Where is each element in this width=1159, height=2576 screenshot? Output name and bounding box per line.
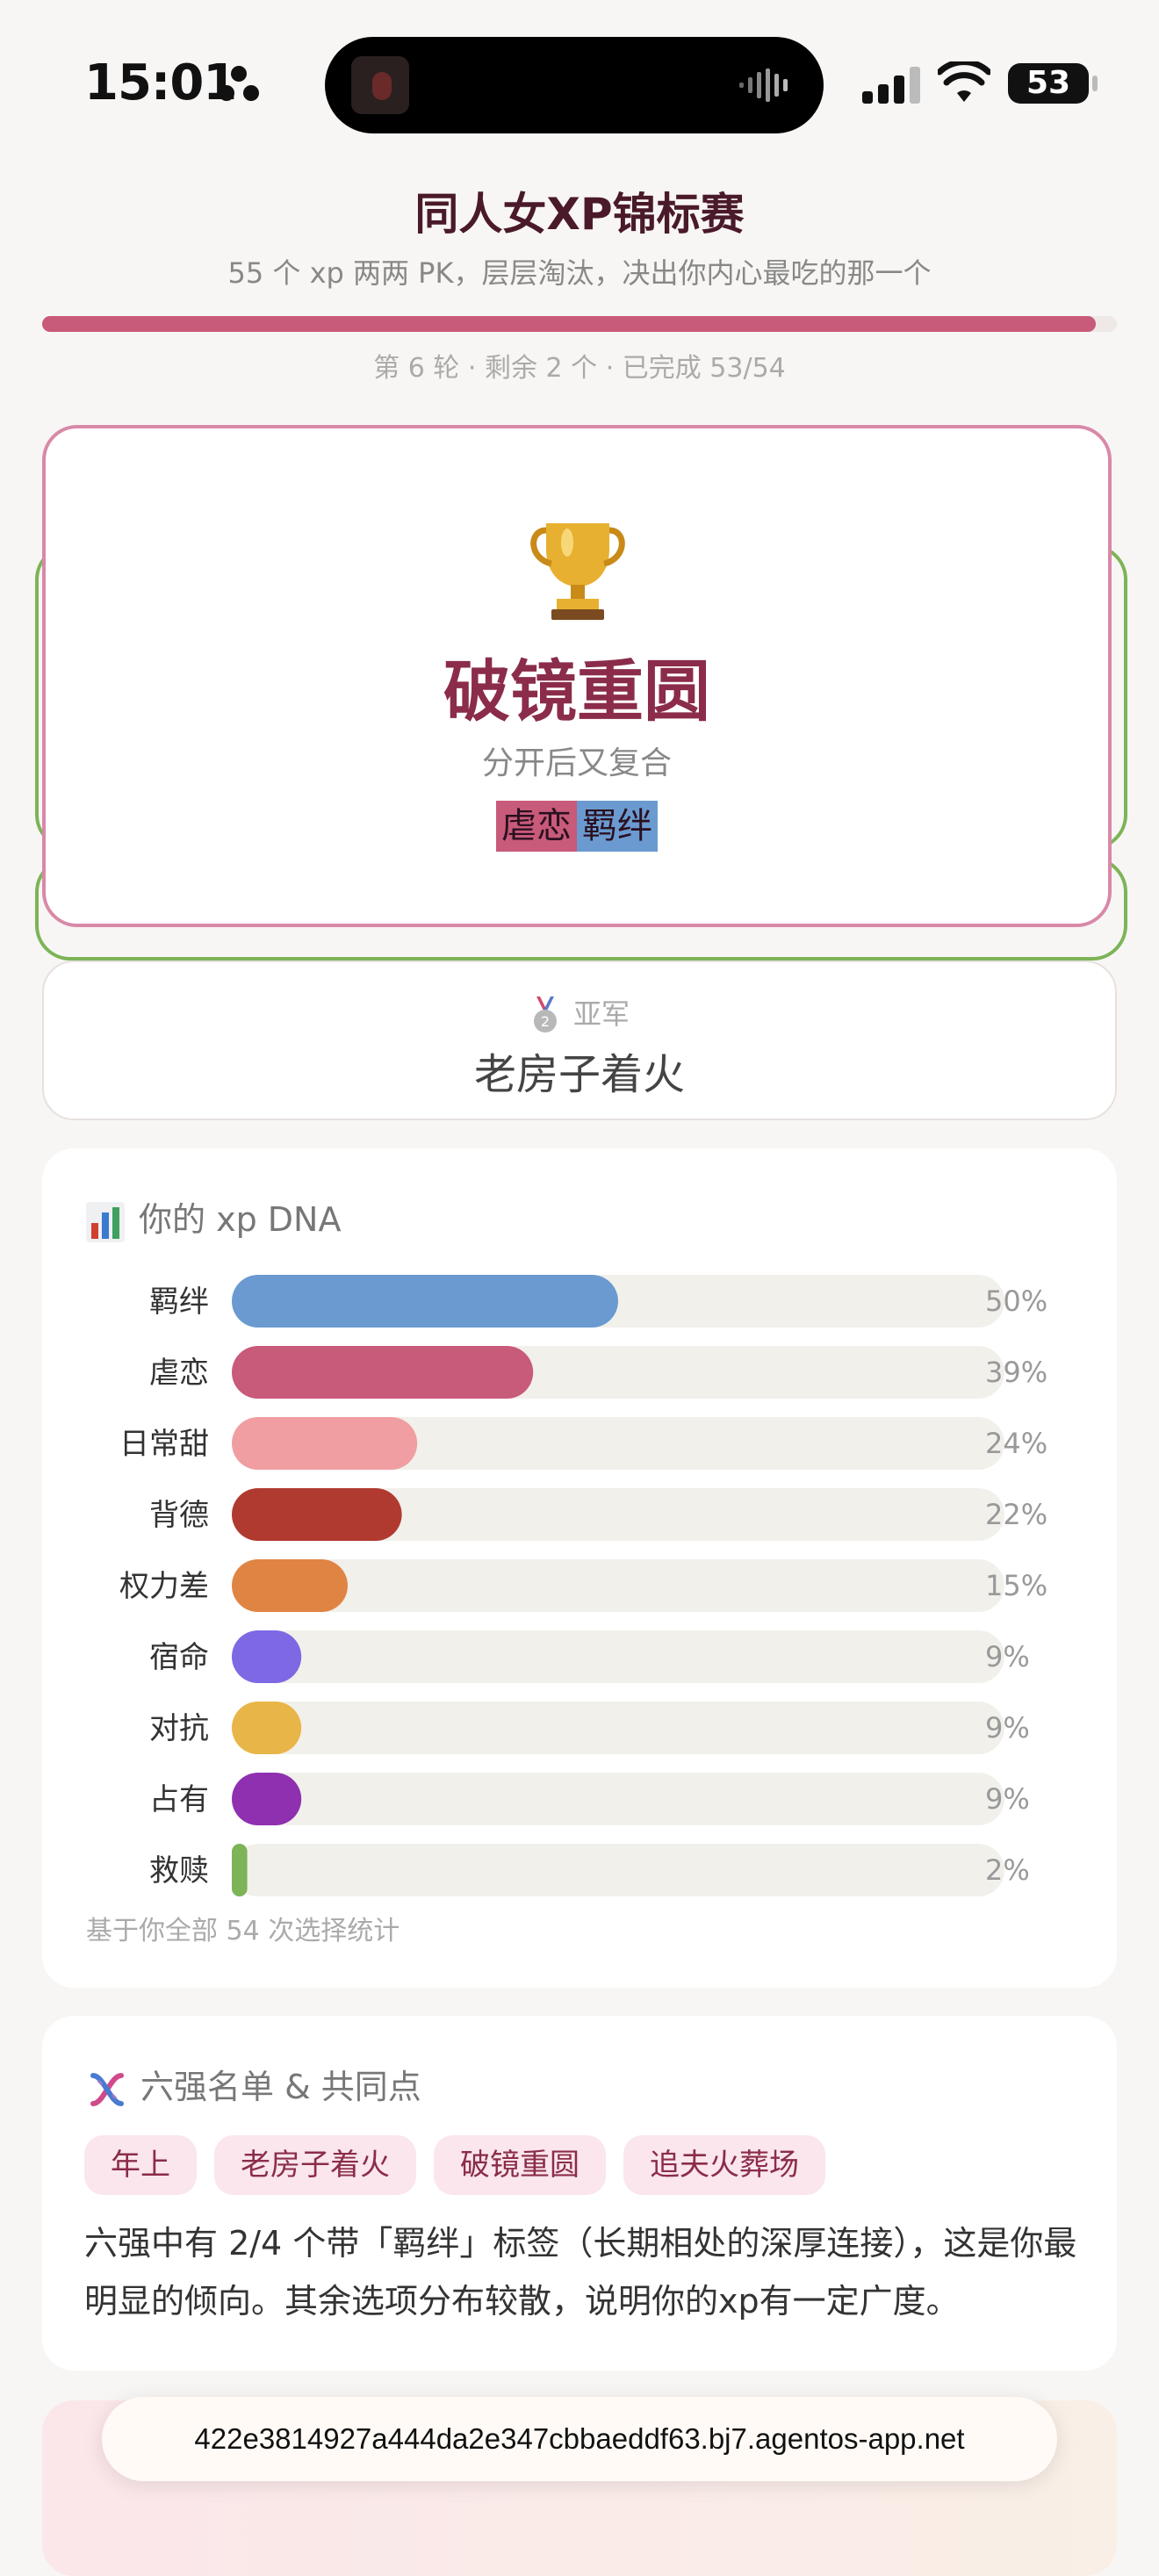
- top-six-tag: 破镜重圆: [434, 2135, 606, 2195]
- url-bar[interactable]: 422e3814927a444da2e347cbbaeddf63.bj7.age…: [102, 2397, 1057, 2481]
- runner-up-card: 2 亚军 老房子着火: [42, 961, 1117, 1120]
- dna-bar: [232, 1346, 534, 1399]
- dna-bar-track: [232, 1844, 1004, 1896]
- dna-bar: [232, 1275, 618, 1328]
- dna-bar-track: [232, 1702, 1004, 1754]
- top-six-tag: 追夫火葬场: [623, 2135, 825, 2195]
- dna-value-label: 39%: [985, 1356, 1047, 1389]
- now-playing-artwork: [351, 56, 409, 114]
- dna-category-label: 虐恋: [149, 1356, 209, 1391]
- dna-bar-track: [232, 1773, 1004, 1825]
- page-subtitle: 55 个 xp 两两 PK，层层淘汰，决出你内心最吃的那一个: [227, 256, 932, 290]
- top-six-heading: 六强名单 & 共同点: [140, 2068, 421, 2106]
- dna-helix-icon: [90, 2072, 124, 2106]
- dna-heading: 你的 xp DNA: [139, 1200, 342, 1239]
- dna-category-label: 占有: [149, 1782, 209, 1817]
- bar-chart-icon: [86, 1201, 125, 1242]
- silver-medal-icon: 2: [533, 997, 557, 1033]
- champion-tag: 羁绊: [577, 801, 658, 852]
- top-six-tags: 年上 老房子着火 破镜重圆 追夫火葬场: [84, 2135, 843, 2195]
- dna-bar: [232, 1417, 418, 1470]
- dna-bar-track: [232, 1630, 1004, 1683]
- dna-category-label: 权力差: [119, 1569, 209, 1604]
- status-bar: 15:01 53: [0, 0, 1159, 167]
- dynamic-island[interactable]: [325, 37, 824, 133]
- dna-category-label: 宿命: [149, 1640, 209, 1675]
- dna-value-label: 2%: [985, 1853, 1030, 1887]
- dna-bar: [232, 1702, 302, 1754]
- dna-category-label: 救赎: [149, 1853, 209, 1889]
- dna-value-label: 50%: [985, 1284, 1047, 1318]
- dna-value-label: 9%: [985, 1782, 1030, 1816]
- dna-value-label: 9%: [985, 1711, 1030, 1745]
- status-time: 15:01: [84, 54, 237, 112]
- dna-category-label: 日常甜: [119, 1427, 209, 1462]
- champion-card: 破镜重圆 分开后又复合 虐恋 羁绊: [42, 425, 1112, 927]
- dna-category-label: 背德: [149, 1498, 209, 1533]
- dna-bar: [232, 1488, 402, 1541]
- round-info: 第 6 轮 · 剩余 2 个 · 已完成 53/54: [373, 353, 786, 384]
- dna-value-label: 24%: [985, 1427, 1047, 1460]
- dna-value-label: 22%: [985, 1498, 1047, 1531]
- runner-up-label-row: 2 亚军: [44, 992, 1115, 1035]
- champion-name: 破镜重圆: [443, 652, 710, 730]
- battery-indicator: 53: [1008, 63, 1089, 104]
- dna-heading-row: 你的 xp DNA: [86, 1192, 341, 1242]
- top-six-tag: 年上: [84, 2135, 197, 2195]
- tournament-progress-bar: [42, 316, 1117, 332]
- battery-cap: [1092, 76, 1098, 91]
- progress-fill: [42, 316, 1096, 332]
- audio-wave-icon: [739, 68, 788, 102]
- dna-bar: [232, 1630, 302, 1683]
- page-title: 同人女XP锦标赛: [414, 189, 745, 240]
- dna-footnote: 基于你全部 54 次选择统计: [86, 1916, 400, 1946]
- cellular-signal-icon: [862, 67, 920, 104]
- champion-description: 分开后又复合: [481, 745, 672, 781]
- trophy-icon: [530, 523, 625, 620]
- top-six-card: 六强名单 & 共同点 年上 老房子着火 破镜重圆 追夫火葬场 六强中有 2/4 个带「…: [42, 2016, 1117, 2371]
- dna-category-label: 羁绊: [149, 1284, 209, 1320]
- dna-bar: [232, 1559, 348, 1612]
- dna-value-label: 9%: [985, 1640, 1030, 1673]
- dna-category-label: 对抗: [149, 1711, 209, 1746]
- svg-text:2: 2: [541, 1013, 550, 1030]
- wifi-icon: [938, 61, 990, 102]
- focus-mode-icon: [219, 66, 259, 101]
- top-six-heading-row: 六强名单 & 共同点: [86, 2060, 421, 2111]
- champion-tags: 虐恋 羁绊: [46, 801, 1108, 852]
- dna-bar: [232, 1844, 248, 1896]
- dna-bar: [232, 1773, 302, 1825]
- runner-up-label: 亚军: [572, 997, 630, 1031]
- dna-value-label: 15%: [985, 1569, 1047, 1602]
- champion-tag: 虐恋: [496, 801, 577, 852]
- runner-up-name: 老房子着火: [473, 1050, 685, 1099]
- xp-dna-card: 你的 xp DNA 羁绊 50% 虐恋 39% 日常甜 24% 背德 22% 权力差 15% 宿命 9…: [42, 1148, 1117, 1988]
- xp-dna-bar-chart: 羁绊 50% 虐恋 39% 日常甜 24% 背德 22% 权力差 15% 宿命 9% 对抗 9% 占有 9% 救…: [119, 1275, 1047, 1896]
- top-six-summary: 六强中有 2/4 个带「羁绊」标签（长期相处的深厚连接），这是你最明显的倾向。其…: [84, 2224, 1077, 2321]
- top-six-tag: 老房子着火: [214, 2135, 416, 2195]
